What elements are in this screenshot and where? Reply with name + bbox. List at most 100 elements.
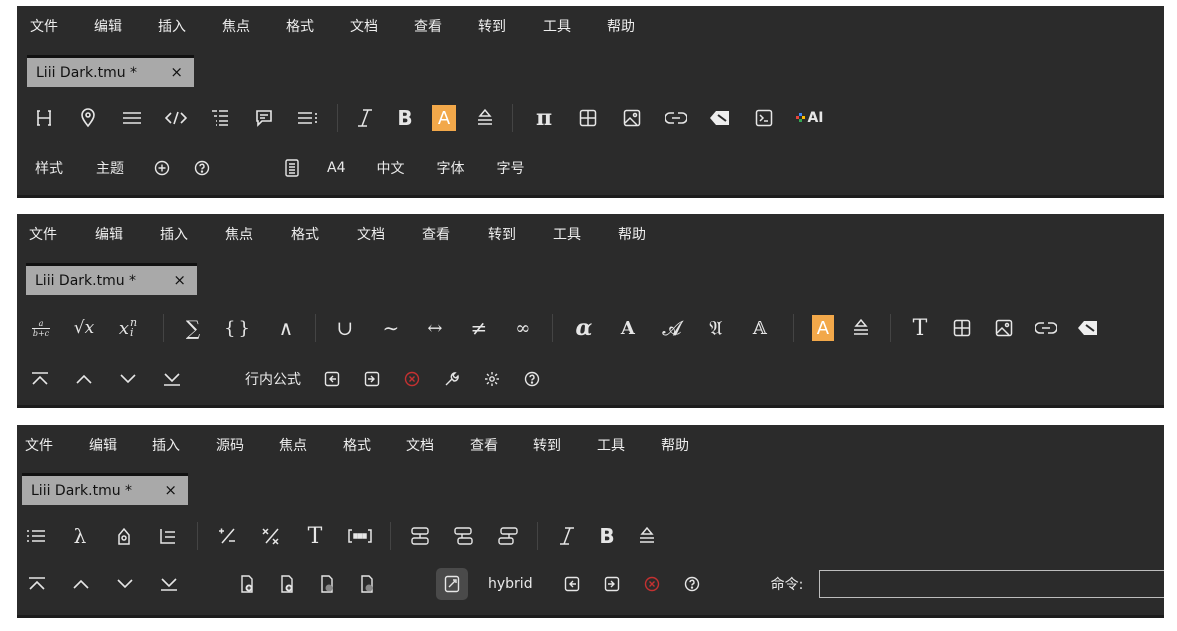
fold-toggle-icon[interactable] [436,568,468,600]
document-tab[interactable]: Liii Dark.tmu * × [26,263,197,295]
greek-letter-button[interactable]: α [573,315,595,341]
location-pin-icon[interactable] [73,105,103,131]
negation-button[interactable]: ≠ [468,315,490,341]
tree-icon[interactable] [157,523,179,549]
arrow-button[interactable]: ↔ [424,315,446,341]
menu-view[interactable]: 查看 [470,435,498,455]
menu-insert[interactable]: 插入 [152,435,180,455]
previous-icon[interactable] [70,571,92,597]
next-icon[interactable] [117,366,139,392]
document-tab[interactable]: Liii Dark.tmu * × [27,55,194,87]
heading-icon[interactable] [29,105,59,131]
menu-format[interactable]: 格式 [291,224,319,244]
numbered-toggle-icon[interactable] [216,523,238,549]
code-icon[interactable] [161,105,191,131]
big-operator-button[interactable]: ∑ [182,315,204,341]
menu-focus[interactable]: 焦点 [279,435,307,455]
first-icon[interactable] [29,366,51,392]
ai-button[interactable]: AI [793,105,827,131]
menu-source[interactable]: 源码 [216,435,244,455]
highlight-button[interactable]: A [432,105,456,131]
text-mode-button[interactable]: T [909,315,931,341]
menu-help[interactable]: 帮助 [618,224,646,244]
menu-insert[interactable]: 插入 [158,16,186,36]
menu-edit[interactable]: 编辑 [94,16,122,36]
last-icon[interactable] [161,366,183,392]
menu-edit[interactable]: 编辑 [89,435,117,455]
close-icon[interactable]: × [173,271,186,289]
delete-circle-icon[interactable] [641,571,663,597]
menu-tools[interactable]: 工具 [597,435,625,455]
math-pi-button[interactable]: π [529,105,559,131]
italic-icon[interactable] [350,105,380,131]
language-button[interactable]: 中文 [376,158,404,178]
fraktur-button[interactable]: 𝔄 [705,315,727,341]
paper-size-button[interactable]: A4 [327,160,345,176]
table-icon[interactable] [951,315,973,341]
image-icon[interactable] [617,105,647,131]
move-left-icon[interactable] [561,571,583,597]
document-tab[interactable]: Liii Dark.tmu * × [22,473,188,505]
paragraph-lines-icon[interactable] [117,105,147,131]
wrench-icon[interactable] [441,366,463,392]
bold-math-button[interactable]: A [617,315,639,341]
menu-goto[interactable]: 转到 [478,16,506,36]
misc-symbol-button[interactable]: ∞ [512,315,534,341]
format-brush-icon[interactable] [850,315,872,341]
menu-tools[interactable]: 工具 [543,16,571,36]
terminal-icon[interactable] [749,105,779,131]
inline-formula-button[interactable]: 行内公式 [245,369,301,389]
command-input[interactable] [819,570,1164,598]
set-operator-button[interactable]: ∪ [334,315,356,341]
table-icon[interactable] [573,105,603,131]
next-icon[interactable] [114,571,136,597]
unfold-block-icon[interactable] [497,523,519,549]
theme-button[interactable]: 主题 [96,158,124,178]
menu-document[interactable]: 文档 [406,435,434,455]
eraser-icon[interactable] [1077,315,1099,341]
line-break-icon[interactable] [293,105,323,131]
menu-format[interactable]: 格式 [343,435,371,455]
brackets-button[interactable]: {} [224,315,253,341]
link-icon[interactable] [1034,315,1057,341]
delete-below-icon[interactable] [356,571,378,597]
menu-view[interactable]: 查看 [414,16,442,36]
menu-focus[interactable]: 焦点 [222,16,250,36]
relation-button[interactable]: ∼ [380,315,402,341]
bold-button[interactable]: B [596,523,618,549]
move-left-icon[interactable] [321,366,343,392]
fraction-button[interactable]: a b+c [29,315,53,341]
font-size-button[interactable]: 字号 [496,158,524,178]
menu-focus[interactable]: 焦点 [225,224,253,244]
highlight-button[interactable]: A [811,315,834,341]
italic-icon[interactable] [556,523,578,549]
eraser-icon[interactable] [705,105,735,131]
lambda-button[interactable]: λ [69,523,91,549]
help-circle-icon[interactable] [681,571,703,597]
menu-goto[interactable]: 转到 [488,224,516,244]
menu-edit[interactable]: 编辑 [95,224,123,244]
menu-document[interactable]: 文档 [357,224,385,244]
image-icon[interactable] [993,315,1015,341]
placeholder-block-icon[interactable] [348,523,372,549]
delete-circle-icon[interactable] [401,366,423,392]
menu-tools[interactable]: 工具 [553,224,581,244]
switch-block-icon[interactable] [409,523,431,549]
sqrt-button[interactable]: √x [73,315,95,341]
font-family-button[interactable]: 字体 [436,158,464,178]
bold-button[interactable]: B [390,105,420,131]
add-circle-icon[interactable] [151,155,173,181]
gear-icon[interactable] [481,366,503,392]
menu-view[interactable]: 查看 [422,224,450,244]
menu-file[interactable]: 文件 [25,435,53,455]
insert-below-icon[interactable] [276,571,298,597]
text-mode-button[interactable]: T [304,523,326,549]
unnumbered-icon[interactable] [260,523,282,549]
menu-insert[interactable]: 插入 [160,224,188,244]
menu-goto[interactable]: 转到 [533,435,561,455]
page-icon[interactable] [281,155,303,181]
blackboard-button[interactable]: 𝔸 [749,315,771,341]
first-icon[interactable] [26,571,48,597]
format-brush-icon[interactable] [636,523,658,549]
close-icon[interactable]: × [164,481,177,499]
